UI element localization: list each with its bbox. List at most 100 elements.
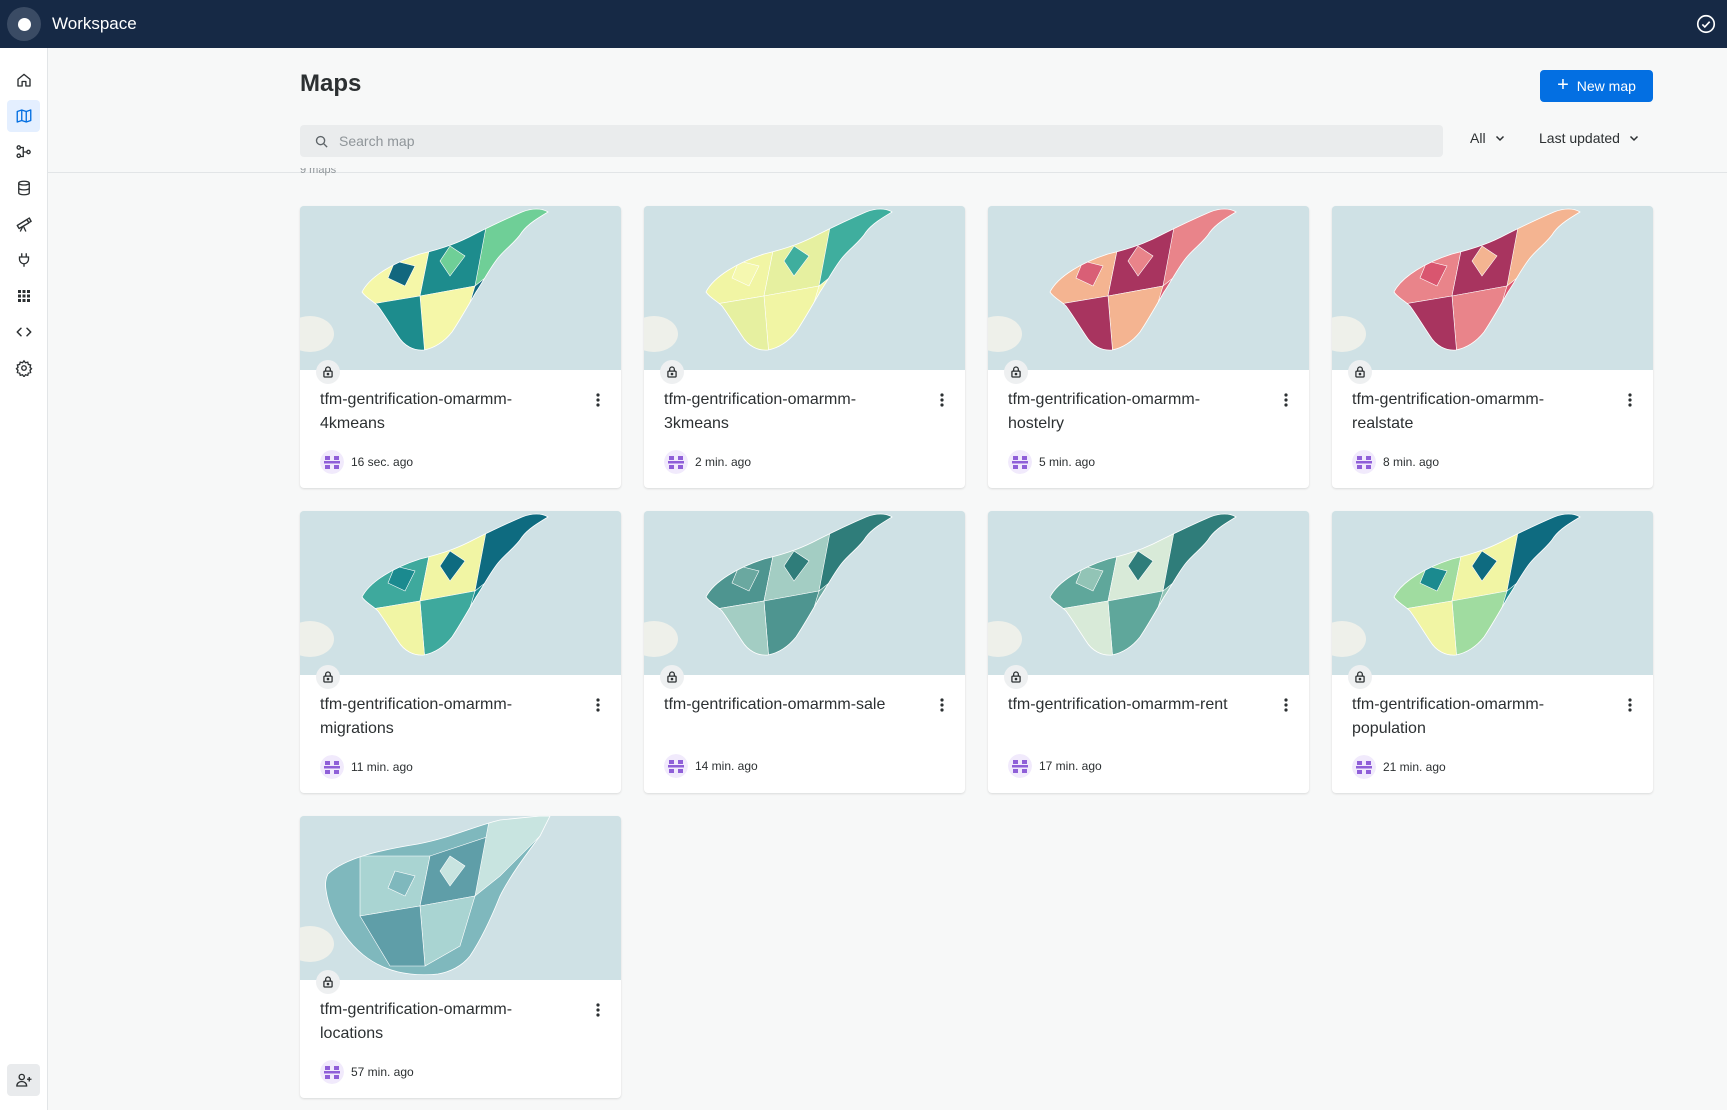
check-circle-icon[interactable]: [1695, 13, 1717, 35]
sidebar-item-maps[interactable]: [7, 100, 40, 132]
map-card[interactable]: tfm-gentrification-omarmm-hostelry 5 min.…: [988, 206, 1309, 488]
map-title[interactable]: tfm-gentrification-omarmm-4kmeans: [320, 388, 565, 436]
map-thumbnail[interactable]: [988, 511, 1309, 675]
map-thumbnail-image: [988, 206, 1309, 370]
sidebar-item-workflows[interactable]: [7, 136, 40, 168]
chevron-down-icon: [1629, 135, 1638, 142]
telescope-icon: [16, 217, 32, 232]
sidebar-item-home[interactable]: [7, 64, 40, 96]
updated-time: 5 min. ago: [1039, 455, 1096, 469]
search-icon: [315, 135, 328, 148]
map-title[interactable]: tfm-gentrification-omarmm-rent: [1008, 693, 1253, 717]
grid-icon: [17, 290, 30, 302]
home-icon: [16, 73, 31, 87]
map-thumbnail-image: [644, 206, 965, 370]
updated-time: 57 min. ago: [351, 1065, 414, 1079]
map-thumbnail[interactable]: [644, 206, 965, 370]
type-filter-select[interactable]: All: [1470, 130, 1506, 146]
avatar: [664, 754, 688, 778]
card-menu-button[interactable]: [590, 695, 606, 715]
map-thumbnail[interactable]: [300, 206, 621, 370]
search-box[interactable]: [300, 125, 1443, 157]
map-thumbnail[interactable]: [644, 511, 965, 675]
more-vertical-icon: [1284, 698, 1288, 712]
page-title: Maps: [300, 70, 362, 97]
map-meta: 14 min. ago: [664, 754, 758, 778]
sidebar-item-data-observatory[interactable]: [7, 208, 40, 240]
sort-value: Last updated: [1539, 130, 1620, 146]
plus-icon: +: [1557, 74, 1569, 96]
lock-icon: [1011, 671, 1021, 683]
map-meta: 57 min. ago: [320, 1060, 414, 1084]
map-title[interactable]: tfm-gentrification-omarmm-realstate: [1352, 388, 1597, 436]
map-icon: [16, 109, 31, 123]
map-title[interactable]: tfm-gentrification-omarmm-sale: [664, 693, 909, 717]
map-card[interactable]: tfm-gentrification-omarmm-4kmeans 16 sec.…: [300, 206, 621, 488]
avatar: [1008, 450, 1032, 474]
map-thumbnail[interactable]: [1332, 511, 1653, 675]
card-menu-button[interactable]: [590, 1000, 606, 1020]
map-meta: 5 min. ago: [1008, 450, 1095, 474]
private-badge: [1004, 665, 1028, 689]
page-header: Maps + New map All Last updated: [48, 48, 1727, 173]
more-vertical-icon: [1628, 698, 1632, 712]
workflow-icon: [15, 145, 31, 159]
map-thumbnail[interactable]: [300, 511, 621, 675]
card-menu-button[interactable]: [1278, 695, 1294, 715]
lock-icon: [667, 671, 677, 683]
lock-icon: [1355, 366, 1365, 378]
sidebar-item-applications[interactable]: [7, 280, 40, 312]
private-badge: [316, 360, 340, 384]
lock-icon: [1011, 366, 1021, 378]
map-title[interactable]: tfm-gentrification-omarmm-locations: [320, 998, 565, 1046]
private-badge: [660, 665, 684, 689]
map-card[interactable]: tfm-gentrification-omarmm-rent 17 min. ag…: [988, 511, 1309, 793]
sidebar-item-data-explorer[interactable]: [7, 172, 40, 204]
map-title[interactable]: tfm-gentrification-omarmm-migrations: [320, 693, 565, 741]
updated-time: 14 min. ago: [695, 759, 758, 773]
map-meta: 16 sec. ago: [320, 450, 413, 474]
map-title[interactable]: tfm-gentrification-omarmm-3kmeans: [664, 388, 909, 436]
card-menu-button[interactable]: [590, 390, 606, 410]
map-thumbnail[interactable]: [988, 206, 1309, 370]
private-badge: [1004, 360, 1028, 384]
private-badge: [316, 665, 340, 689]
map-card[interactable]: tfm-gentrification-omarmm-3kmeans 2 min. …: [644, 206, 965, 488]
more-vertical-icon: [1284, 393, 1288, 407]
more-vertical-icon: [596, 393, 600, 407]
map-card[interactable]: tfm-gentrification-omarmm-migrations 11 m…: [300, 511, 621, 793]
avatar: [320, 1060, 344, 1084]
map-thumbnail[interactable]: [1332, 206, 1653, 370]
map-card[interactable]: tfm-gentrification-omarmm-sale 14 min. ag…: [644, 511, 965, 793]
sidebar-item-settings[interactable]: [7, 352, 40, 384]
lock-icon: [1355, 671, 1365, 683]
workspace-logo[interactable]: [7, 7, 41, 41]
sidebar: [0, 48, 48, 1110]
updated-time: 11 min. ago: [351, 760, 413, 774]
more-vertical-icon: [596, 698, 600, 712]
card-menu-button[interactable]: [934, 390, 950, 410]
new-map-button[interactable]: + New map: [1540, 70, 1653, 102]
map-title[interactable]: tfm-gentrification-omarmm-population: [1352, 693, 1597, 741]
map-title[interactable]: tfm-gentrification-omarmm-hostelry: [1008, 388, 1253, 436]
map-card[interactable]: tfm-gentrification-omarmm-population 21 m…: [1332, 511, 1653, 793]
map-meta: 21 min. ago: [1352, 755, 1446, 779]
card-menu-button[interactable]: [1622, 390, 1638, 410]
map-thumbnail-image: [644, 511, 965, 675]
avatar: [1352, 450, 1376, 474]
card-menu-button[interactable]: [934, 695, 950, 715]
map-card[interactable]: tfm-gentrification-omarmm-locations 57 mi…: [300, 816, 621, 1098]
invite-user-button[interactable]: [7, 1064, 40, 1096]
card-menu-button[interactable]: [1622, 695, 1638, 715]
sidebar-item-developers[interactable]: [7, 316, 40, 348]
card-menu-button[interactable]: [1278, 390, 1294, 410]
search-input[interactable]: [339, 133, 1419, 149]
map-thumbnail[interactable]: [300, 816, 621, 980]
map-card[interactable]: tfm-gentrification-omarmm-realstate 8 min…: [1332, 206, 1653, 488]
sort-select[interactable]: Last updated: [1539, 130, 1640, 146]
logo-dot: [17, 17, 31, 31]
updated-time: 16 sec. ago: [351, 455, 414, 469]
lock-icon: [667, 366, 677, 378]
map-thumbnail-image: [1332, 206, 1653, 370]
sidebar-item-connections[interactable]: [7, 244, 40, 276]
